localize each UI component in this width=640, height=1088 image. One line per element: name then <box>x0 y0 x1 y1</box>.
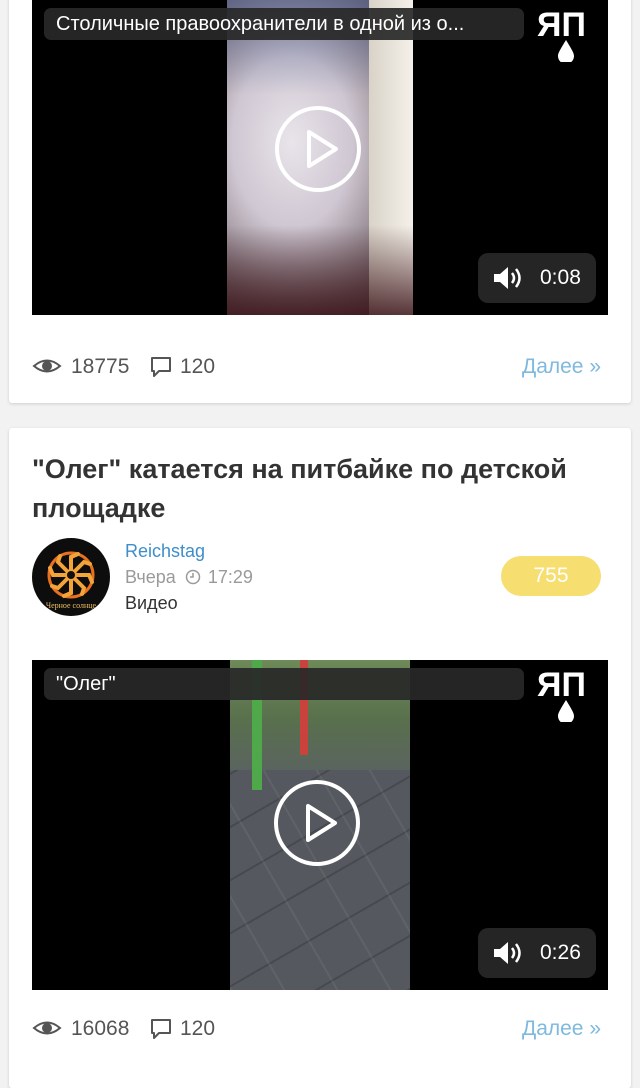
svg-text:Черное солнце: Черное солнце <box>46 601 97 610</box>
read-more-link[interactable]: Далее » <box>522 352 601 382</box>
eye-icon <box>32 1021 62 1035</box>
play-icon <box>307 130 338 168</box>
clock-icon <box>185 569 201 585</box>
comment-icon <box>151 357 171 377</box>
video-duration: 0:26 <box>540 941 581 964</box>
comments-count: 120 <box>180 355 216 378</box>
comment-icon <box>151 1019 171 1039</box>
video-player[interactable]: "Олег" ЯП 0:26 <box>32 660 608 990</box>
rating-badge[interactable]: 755 <box>501 556 601 596</box>
yap-logo-icon: ЯП <box>537 666 586 722</box>
post-time: 17:29 <box>207 567 253 587</box>
play-icon <box>306 804 337 842</box>
post-card: "Олег" катается на питбайке по детской п… <box>9 428 631 1088</box>
post-card: Столичные правоохранители в одной из о..… <box>9 0 631 403</box>
video-player[interactable]: Столичные правоохранители в одной из о..… <box>32 0 608 315</box>
duration-badge[interactable]: 0:26 <box>478 928 596 978</box>
post-stats: 18775 120 Далее » <box>32 352 601 382</box>
svg-text:ЯП: ЯП <box>537 666 586 704</box>
post-title[interactable]: "Олег" катается на питбайке по детской п… <box>32 450 602 528</box>
post-date: Вчера <box>125 567 176 587</box>
yap-logo-icon: ЯП <box>537 6 586 62</box>
video-duration: 0:08 <box>540 266 581 289</box>
views-count: 18775 <box>71 355 130 378</box>
play-button[interactable] <box>275 106 361 192</box>
post-stats: 16068 120 Далее » <box>32 1014 601 1044</box>
speaker-icon <box>494 942 521 964</box>
video-title: Столичные правоохранители в одной из о..… <box>44 8 524 40</box>
author-link[interactable]: Reichstag <box>125 541 205 562</box>
views-count: 16068 <box>71 1017 130 1040</box>
video-title: "Олег" <box>44 668 524 700</box>
svg-text:ЯП: ЯП <box>537 6 586 44</box>
post-category[interactable]: Видео <box>125 593 178 614</box>
eye-icon <box>32 359 62 373</box>
comments-count: 120 <box>180 1017 216 1040</box>
avatar[interactable]: Черное солнце <box>32 538 110 616</box>
black-sun-avatar-icon: Черное солнце <box>46 551 97 610</box>
speaker-icon <box>494 267 521 289</box>
play-button[interactable] <box>274 780 360 866</box>
read-more-link[interactable]: Далее » <box>522 1014 601 1044</box>
post-meta: Вчера 17:29 <box>125 567 253 588</box>
duration-badge[interactable]: 0:08 <box>478 253 596 303</box>
